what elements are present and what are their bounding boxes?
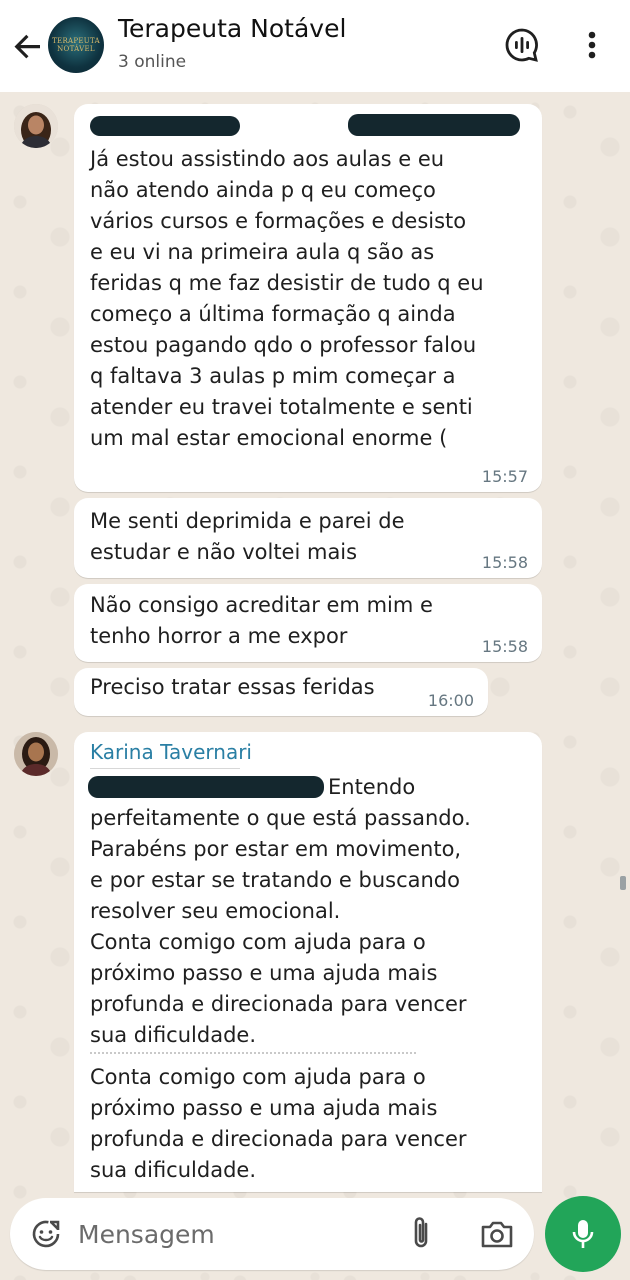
message-bubble[interactable]: Já estou assistindo aos aulas e eu não a… (74, 104, 542, 492)
person-avatar-icon (14, 732, 58, 776)
mic-button[interactable] (545, 1196, 621, 1272)
redacted-sender-name (90, 116, 240, 136)
message-bubble[interactable]: Karina Tavernari Entendo perfeitamente o… (74, 732, 542, 1192)
message-bubble[interactable]: Não consigo acreditar em mim e tenho hor… (74, 584, 542, 662)
message-time: 16:00 (427, 691, 474, 710)
message-time: 15:57 (481, 467, 528, 486)
chat-header: TERAPEUTA NOTÁVEL Terapeuta Notável 3 on… (0, 0, 630, 92)
mic-icon (572, 1220, 594, 1248)
emoji-icon[interactable] (28, 1216, 64, 1252)
message-composer (10, 1198, 534, 1270)
avatar-logo-text: TERAPEUTA NOTÁVEL (52, 37, 100, 53)
sender-avatar[interactable] (14, 732, 58, 776)
sender-name[interactable]: Karina Tavernari (90, 740, 252, 764)
message-text: Já estou assistindo aos aulas e eu não a… (90, 147, 484, 450)
message-bubble[interactable]: Me senti deprimida e parei de estudar e … (74, 498, 542, 578)
chat-title[interactable]: Terapeuta Notável (118, 14, 346, 43)
message-text: Me senti deprimida e parei de estudar e … (90, 509, 405, 564)
chat-subtitle: 3 online (118, 52, 187, 72)
channel-avatar[interactable]: TERAPEUTA NOTÁVEL (48, 17, 104, 73)
person-avatar-icon (14, 104, 58, 148)
redacted-sender-phone (348, 114, 520, 136)
back-arrow-icon[interactable] (10, 28, 46, 64)
scrollbar-thumb[interactable] (620, 876, 626, 890)
message-input[interactable] (78, 1216, 378, 1252)
message-text-repeat: Conta comigo com ajuda para o próximo pa… (90, 1065, 467, 1182)
voice-chat-icon[interactable] (501, 24, 543, 66)
more-vert-icon[interactable] (572, 24, 612, 66)
message-time: 15:58 (481, 637, 528, 656)
message-text: Entendo perfeitamente o que está passand… (90, 775, 471, 1047)
sender-avatar[interactable] (14, 104, 58, 148)
camera-icon[interactable] (478, 1216, 516, 1252)
quoted-divider (90, 1052, 416, 1056)
message-time: 15:58 (481, 553, 528, 572)
message-text: Não consigo acreditar em mim e tenho hor… (90, 593, 433, 648)
message-text: Preciso tratar essas feridas (90, 675, 375, 699)
message-bubble[interactable]: Preciso tratar essas feridas 16:00 (74, 668, 488, 716)
mention-separator (90, 768, 240, 769)
attach-icon[interactable] (405, 1214, 437, 1254)
